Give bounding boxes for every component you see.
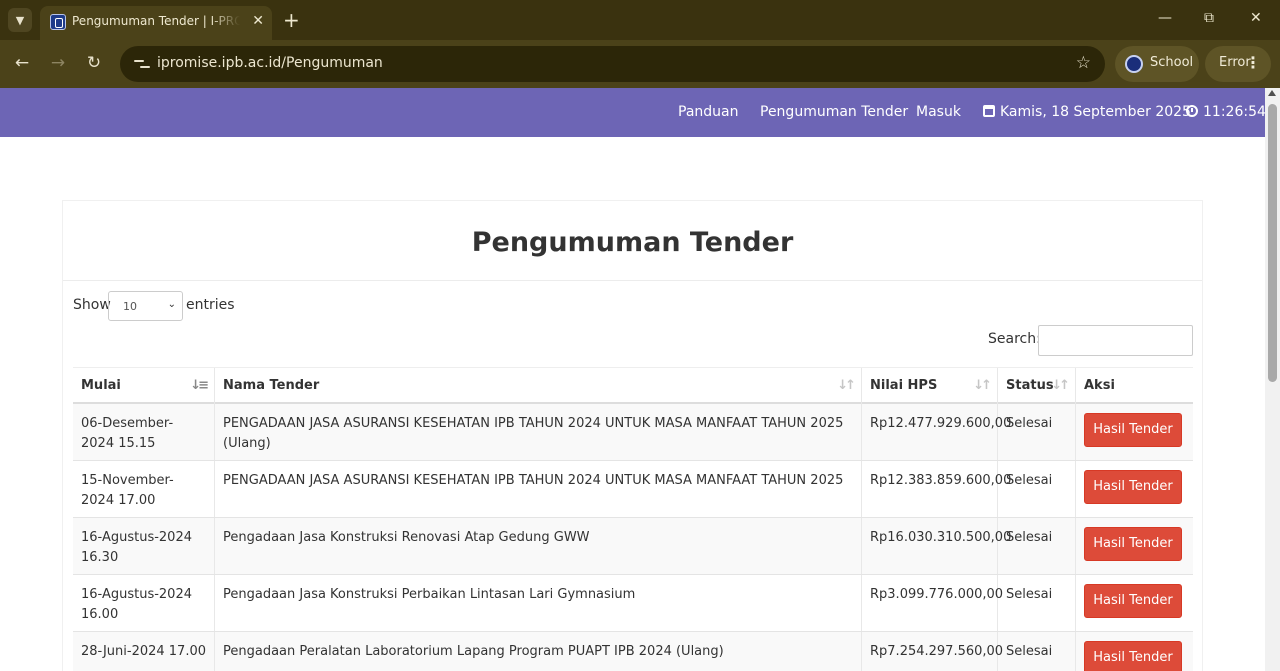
site-navbar: Panduan Pengumuman Tender Masuk Kamis, 1…	[0, 88, 1266, 137]
cell-aksi: Hasil Tender	[1076, 632, 1193, 671]
cell-nama-tender: PENGADAAN JASA ASURANSI KESEHATAN IPB TA…	[215, 461, 862, 517]
cell-aksi: Hasil Tender	[1076, 575, 1193, 631]
page-scrollbar[interactable]	[1265, 88, 1280, 671]
th-nilai-hps[interactable]: Nilai HPS ↓↑	[862, 368, 998, 404]
cell-status: Selesai	[998, 404, 1076, 460]
cell-nilai-hps: Rp7.254.297.560,00	[862, 632, 1003, 671]
cell-status: Selesai	[998, 461, 1076, 517]
cell-mulai: 16-Agustus-2024 16.00	[73, 575, 215, 631]
bookmark-star-icon[interactable]: ☆	[1076, 53, 1091, 73]
table-row: 16-Agustus-2024 16.00 Pengadaan Jasa Kon…	[73, 575, 1193, 632]
clock-icon	[1186, 105, 1198, 117]
hasil-tender-button[interactable]: Hasil Tender	[1084, 470, 1182, 504]
table-row: 28-Juni-2024 17.00 Pengadaan Peralatan L…	[73, 632, 1193, 671]
sort-icon: ↓↑	[1051, 378, 1070, 393]
hasil-tender-button[interactable]: Hasil Tender	[1084, 413, 1182, 447]
back-icon[interactable]: ←	[10, 52, 34, 76]
error-menu-button[interactable]: Error ⋮	[1205, 46, 1271, 82]
hasil-tender-button[interactable]: Hasil Tender	[1084, 641, 1182, 671]
cell-nama-tender: PENGADAAN JASA ASURANSI KESEHATAN IPB TA…	[215, 404, 862, 460]
time-text: 11:26:54	[1203, 104, 1266, 120]
cell-mulai: 15-November-2024 17.00	[73, 461, 215, 517]
chevron-down-icon: ⌄	[167, 299, 176, 310]
entries-select[interactable]: 10 ⌄	[108, 291, 183, 321]
th-mulai[interactable]: Mulai ↓≡	[73, 368, 215, 404]
calendar-icon	[983, 105, 995, 117]
sort-icon: ↓↑	[837, 378, 856, 393]
date-text: Kamis, 18 September 2025	[1000, 104, 1191, 120]
scroll-up-icon[interactable]	[1268, 90, 1276, 96]
new-tab-icon[interactable]: +	[283, 8, 300, 32]
cell-mulai: 16-Agustus-2024 16.30	[73, 518, 215, 574]
cell-status: Selesai	[998, 632, 1076, 671]
reload-icon[interactable]: ↻	[82, 52, 106, 76]
more-vert-icon: ⋮	[1245, 53, 1261, 72]
nav-masuk[interactable]: Masuk	[916, 104, 961, 120]
forward-icon[interactable]: →	[46, 52, 70, 76]
th-aksi: Aksi	[1076, 368, 1193, 404]
nav-time: 11:26:54	[1186, 104, 1266, 120]
search-label: Search:	[988, 331, 1041, 347]
site-settings-icon[interactable]	[134, 56, 150, 72]
profile-button[interactable]: School	[1115, 46, 1199, 82]
minimize-icon[interactable]: —	[1158, 10, 1172, 26]
ipb-logo-icon	[50, 14, 66, 30]
nav-panduan[interactable]: Panduan	[678, 104, 738, 120]
hasil-tender-button[interactable]: Hasil Tender	[1084, 527, 1182, 561]
cell-status: Selesai	[998, 518, 1076, 574]
th-hps-label: Nilai HPS	[870, 378, 938, 393]
tab-title: Pengumuman Tender | I-PROMISE	[72, 14, 240, 28]
table-header: Mulai ↓≡ Nama Tender ↓↑ Nilai HPS ↓↑ Status…	[73, 367, 1193, 404]
nav-date: Kamis, 18 September 2025	[983, 104, 1191, 120]
browser-tab[interactable]: Pengumuman Tender | I-PROMISE ✕	[40, 6, 272, 40]
cell-nilai-hps: Rp3.099.776.000,00	[862, 575, 1003, 631]
cell-nama-tender: Pengadaan Jasa Konstruksi Perbaikan Lint…	[215, 575, 862, 631]
page-title: Pengumuman Tender	[471, 227, 794, 258]
th-mulai-label: Mulai	[81, 378, 121, 393]
cell-aksi: Hasil Tender	[1076, 404, 1193, 460]
tab-search-button[interactable]: ▼	[8, 8, 32, 32]
sort-icon: ↓↑	[973, 378, 992, 393]
panel-divider	[63, 280, 1202, 281]
search-input[interactable]	[1038, 325, 1193, 356]
th-nama-tender[interactable]: Nama Tender ↓↑	[215, 368, 862, 404]
cell-nama-tender: Pengadaan Jasa Konstruksi Renovasi Atap …	[215, 518, 862, 574]
cell-nilai-hps: Rp12.477.929.600,00	[862, 404, 1011, 460]
profile-label: School	[1150, 55, 1194, 70]
th-aksi-label: Aksi	[1084, 378, 1115, 393]
cell-status: Selesai	[998, 575, 1076, 631]
restore-icon[interactable]: ⧉	[1204, 10, 1214, 26]
entries-value: 10	[123, 300, 137, 313]
sort-desc-icon: ↓≡	[190, 378, 209, 393]
cell-aksi: Hasil Tender	[1076, 461, 1193, 517]
browser-tab-strip: ▼ Pengumuman Tender | I-PROMISE ✕ + — ⧉ …	[0, 0, 1280, 40]
close-tab-icon[interactable]: ✕	[252, 13, 264, 29]
cell-nilai-hps: Rp16.030.310.500,00	[862, 518, 1011, 574]
th-nama-label: Nama Tender	[223, 378, 320, 393]
show-label: Show	[73, 297, 111, 313]
cell-nama-tender: Pengadaan Peralatan Laboratorium Lapang …	[215, 632, 862, 671]
table-row: 16-Agustus-2024 16.30 Pengadaan Jasa Kon…	[73, 518, 1193, 575]
scroll-thumb[interactable]	[1268, 104, 1277, 382]
table-row: 06-Desember-2024 15.15 PENGADAAN JASA AS…	[73, 404, 1193, 461]
table-row: 15-November-2024 17.00 PENGADAAN JASA AS…	[73, 461, 1193, 518]
nav-pengumuman-tender[interactable]: Pengumuman Tender	[760, 104, 908, 120]
cell-mulai: 06-Desember-2024 15.15	[73, 404, 215, 460]
th-status[interactable]: Status ↓↑	[998, 368, 1076, 404]
profile-avatar-icon	[1125, 55, 1143, 73]
browser-toolbar: ← → ↻ ipromise.ipb.ac.id/Pengumuman ☆ Sc…	[0, 40, 1280, 88]
url-text: ipromise.ipb.ac.id/Pengumuman	[157, 55, 383, 71]
cell-aksi: Hasil Tender	[1076, 518, 1193, 574]
cell-nilai-hps: Rp12.383.859.600,00	[862, 461, 1011, 517]
hasil-tender-button[interactable]: Hasil Tender	[1084, 584, 1182, 618]
th-status-label: Status	[1006, 378, 1054, 393]
cell-mulai: 28-Juni-2024 17.00	[73, 632, 215, 671]
address-bar[interactable]: ipromise.ipb.ac.id/Pengumuman ☆	[120, 46, 1105, 82]
entries-label: entries	[186, 297, 235, 313]
close-window-icon[interactable]: ✕	[1250, 10, 1262, 26]
